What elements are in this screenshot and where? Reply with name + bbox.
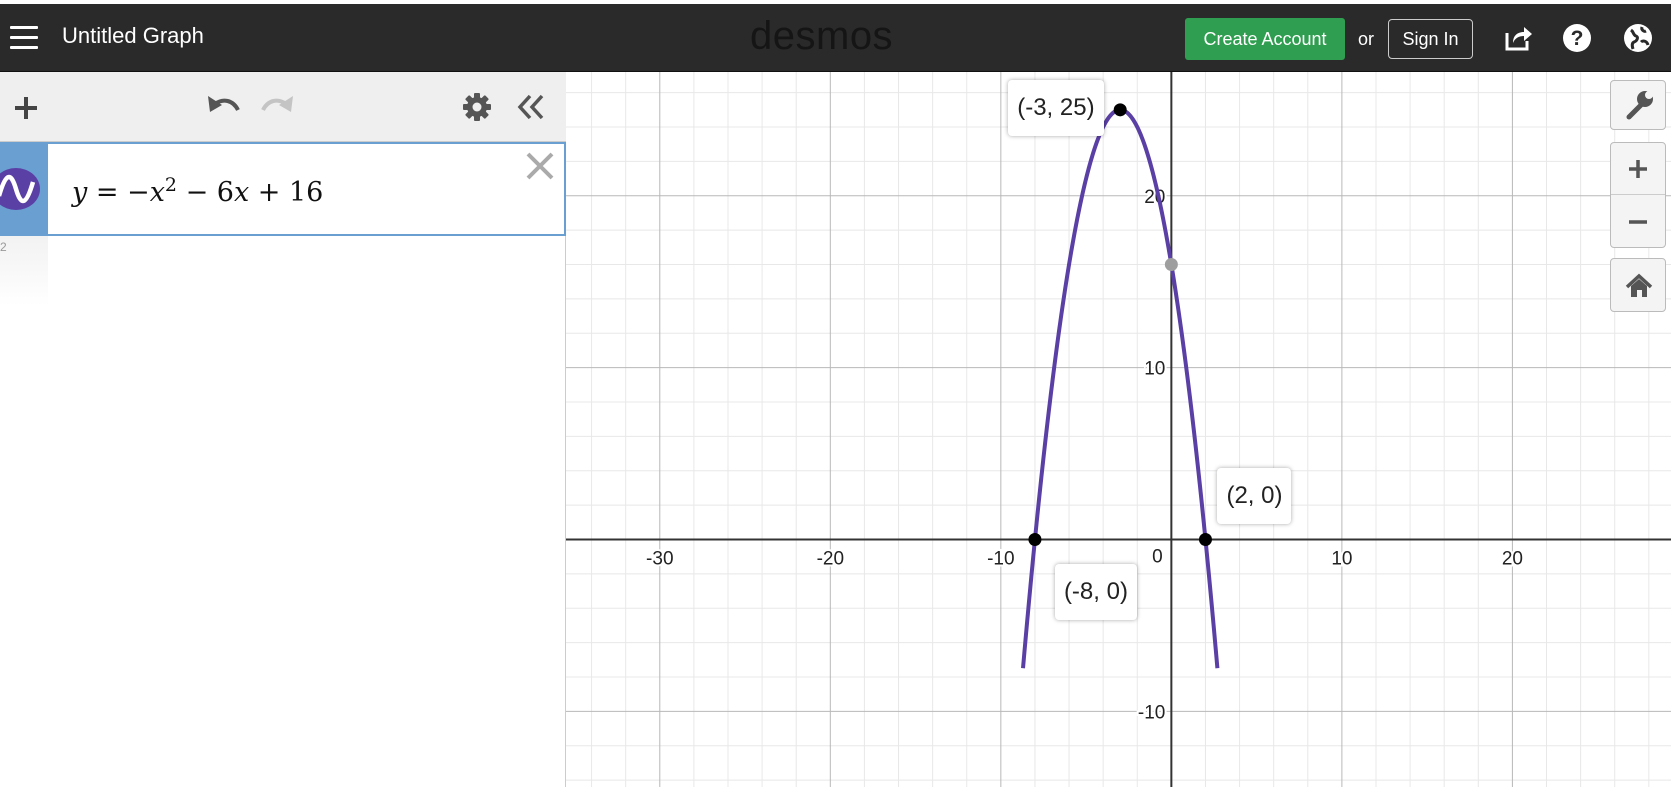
top-bar-background: Untitled Graph desmos Create Account or …	[0, 4, 1671, 72]
y-tick-label: 10	[1144, 359, 1165, 380]
highlighted-point	[1028, 533, 1042, 546]
redo-icon[interactable]	[260, 92, 296, 122]
hamburger-menu-icon[interactable]	[10, 26, 38, 50]
or-text: or	[1358, 29, 1375, 49]
share-icon[interactable]	[1502, 22, 1534, 54]
svg-text:?: ?	[1571, 27, 1584, 50]
highlighted-point	[1198, 533, 1212, 546]
y-tick-label: -10	[1138, 702, 1165, 723]
expression-term-x: x	[149, 177, 165, 208]
sign-in-button[interactable]: Sign In	[1388, 19, 1473, 59]
expression-term-x2: x	[233, 177, 250, 208]
expression-exponent: 2	[164, 174, 178, 196]
empty-expression-tab[interactable]	[0, 236, 48, 306]
point-coordinate-label[interactable]: (-8, 0)	[1054, 563, 1137, 620]
highlighted-point	[1113, 103, 1127, 117]
empty-expression-index: 2	[0, 240, 7, 254]
expression-equals: = −	[87, 177, 150, 208]
create-account-button[interactable]: Create Account	[1185, 18, 1345, 60]
settings-gear-icon[interactable]	[462, 92, 492, 122]
delete-expression-icon[interactable]	[524, 150, 556, 182]
undo-icon[interactable]	[205, 92, 241, 122]
x-tick-label: -20	[817, 549, 844, 570]
default-viewport-home-icon[interactable]	[1610, 258, 1666, 312]
expression-color-tab[interactable]	[0, 144, 48, 234]
graph-canvas[interactable]: -30 -20 -10 0 10 20 -10 10 20 (-3, 25) (-8, 0) (2,…	[566, 72, 1671, 787]
point-coordinate-label[interactable]: (2, 0)	[1217, 467, 1292, 524]
expression-row[interactable]: y = −x2 − 6x + 16	[0, 142, 566, 236]
expression-toolbar	[0, 72, 566, 142]
y-intercept-point	[1164, 258, 1178, 271]
expression-lhs: y	[72, 177, 88, 208]
desmos-logo: desmos	[750, 14, 894, 58]
expression-plus-16: + 16	[249, 177, 324, 208]
graph-visibility-wave-icon[interactable]	[0, 168, 40, 210]
top-bar: Untitled Graph desmos Create Account or …	[0, 0, 1671, 72]
graph-title[interactable]: Untitled Graph	[62, 23, 204, 49]
expression-math[interactable]: y = −x2 − 6x + 16	[72, 174, 323, 208]
zoom-controls	[1610, 142, 1666, 248]
x-tick-label: -10	[987, 549, 1014, 570]
language-globe-icon[interactable]	[1622, 22, 1654, 54]
point-coordinate-label[interactable]: (-3, 25)	[1008, 79, 1104, 136]
graph-settings-wrench-icon[interactable]	[1610, 80, 1666, 130]
zoom-out-icon[interactable]	[1611, 196, 1665, 248]
expression-minus-6: − 6	[177, 177, 234, 208]
zoom-in-icon[interactable]	[1611, 143, 1665, 195]
add-icon[interactable]	[12, 94, 40, 122]
x-tick-label: -30	[646, 549, 673, 570]
x-tick-label: 0	[1152, 547, 1163, 568]
x-tick-label: 20	[1502, 549, 1523, 570]
collapse-panel-icon[interactable]	[516, 92, 546, 122]
help-icon[interactable]: ?	[1561, 22, 1593, 54]
graph-svg[interactable]: -30 -20 -10 0 10 20-101020	[566, 72, 1671, 787]
x-tick-label: 10	[1331, 549, 1352, 570]
expression-panel: y = −x2 − 6x + 16 2	[0, 72, 566, 787]
